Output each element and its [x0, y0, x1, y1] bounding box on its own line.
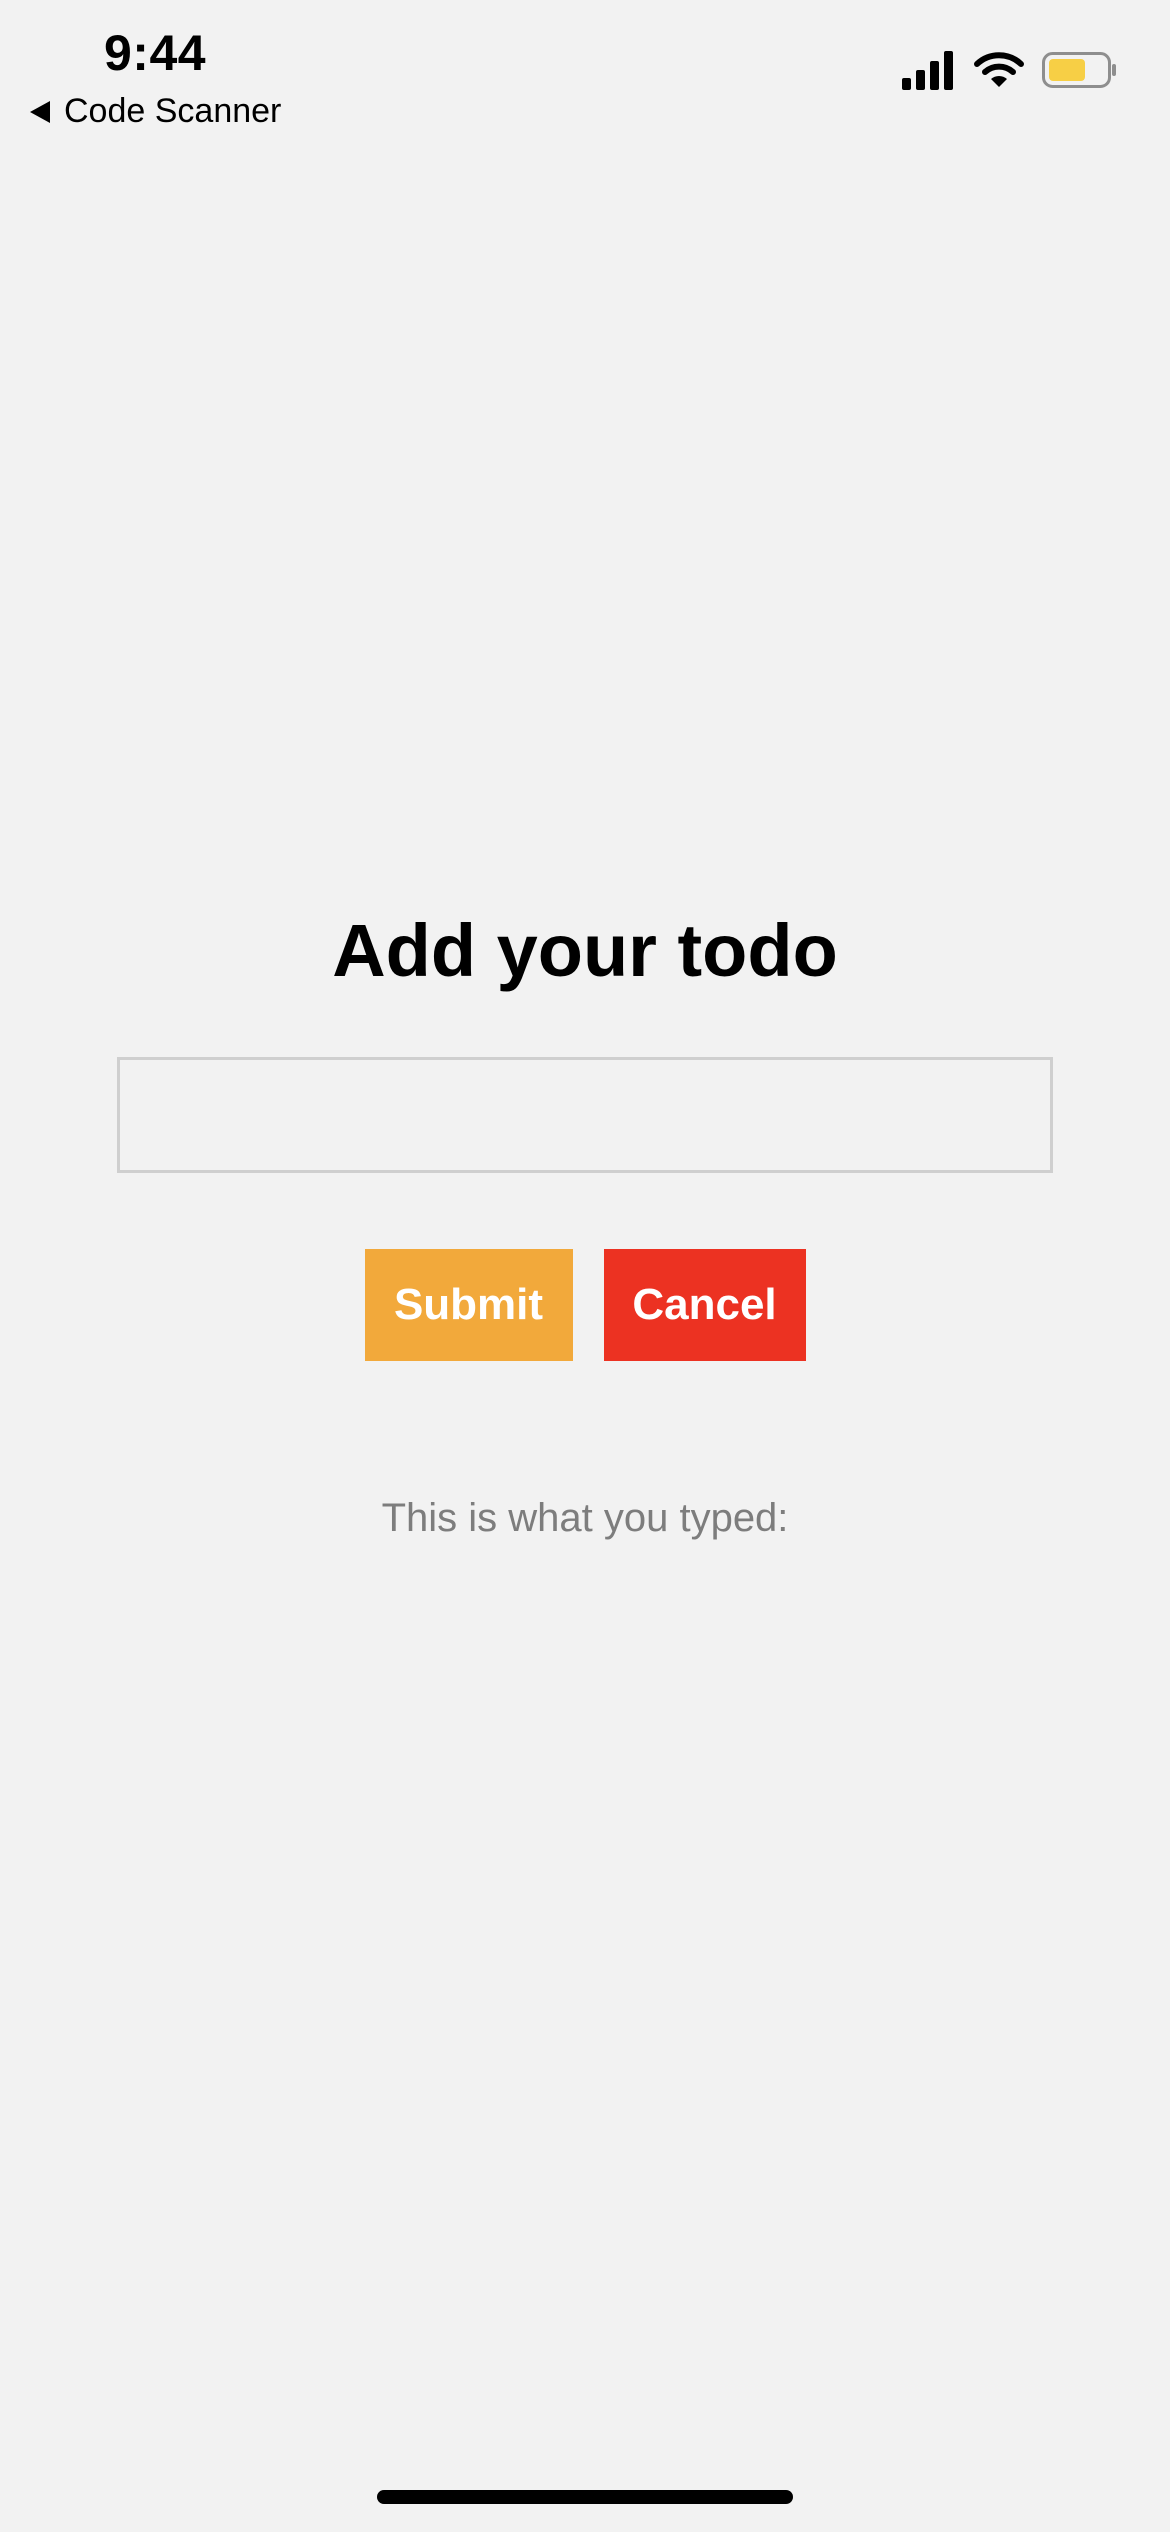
page-title: Add your todo	[332, 909, 838, 992]
cancel-button[interactable]: Cancel	[603, 1249, 806, 1361]
wifi-icon	[974, 52, 1024, 87]
action-buttons: Submit Cancel	[0, 1249, 1170, 1361]
back-link-label: Code Scanner	[64, 92, 282, 130]
status-icons	[902, 50, 1118, 90]
status-time: 9:44	[104, 25, 207, 81]
battery-icon	[1042, 52, 1116, 88]
home-indicator[interactable]	[377, 2490, 793, 2504]
back-to-code-scanner-link[interactable]: Code Scanner	[30, 92, 281, 131]
todo-input[interactable]	[117, 1057, 1053, 1173]
typed-text-label: This is what you typed:	[381, 1496, 789, 1540]
submit-button[interactable]: Submit	[364, 1249, 573, 1361]
back-arrow-icon	[30, 100, 50, 123]
cellular-signal-icon	[902, 51, 953, 90]
